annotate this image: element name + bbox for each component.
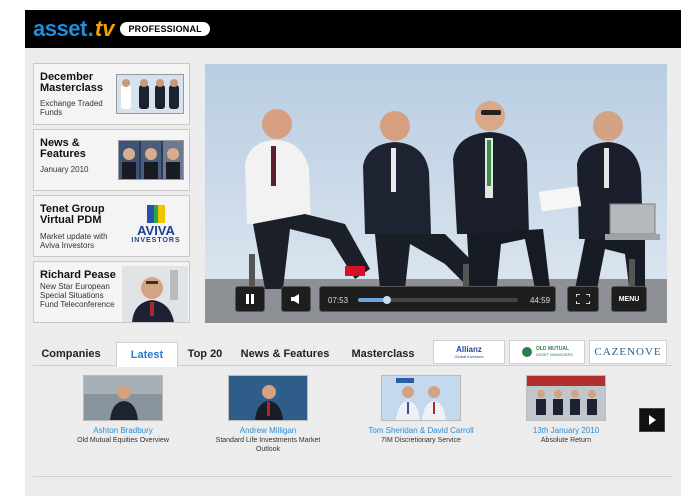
category-tabs: Companies Latest Top 20 News & Features … [33, 340, 673, 367]
progress-track[interactable] [358, 296, 518, 304]
old-mutual-sub: ASSET MANAGERS [535, 352, 574, 357]
video-thumbnail[interactable] [381, 375, 461, 421]
play-arrow-icon [649, 415, 656, 425]
tab-top-20[interactable]: Top 20 [181, 342, 229, 366]
timeline-bar[interactable]: 07:53 44:59 [319, 286, 556, 312]
next-videos-button[interactable] [639, 408, 665, 432]
promo-subtitle: Exchange Traded Funds [40, 99, 103, 117]
video-description: 7IM Discretionary Service [381, 437, 461, 444]
promo-thumbnail [118, 140, 184, 180]
video-item[interactable]: Tom Sheridan & David Carroll 7IM Discret… [356, 375, 486, 445]
pause-icon [246, 294, 254, 304]
promo-title: Richard Pease [40, 269, 116, 281]
tab-latest[interactable]: Latest [116, 342, 178, 367]
video-frame-image [205, 64, 667, 323]
promo-card-tenet[interactable]: Tenet Group Virtual PDM Market update wi… [33, 195, 190, 257]
old-mutual-emblem-icon [521, 347, 532, 357]
promo-title: December Masterclass [40, 71, 103, 94]
two-speakers-thumb-icon [382, 376, 460, 420]
cazenove-name: CAZENOVE [594, 346, 662, 358]
panel-thumb-icon [527, 376, 605, 420]
video-player[interactable]: 07:53 44:59 MENU [205, 64, 667, 323]
tab-news-features[interactable]: News & Features [237, 342, 333, 366]
speaker-icon [291, 294, 299, 304]
speaker-thumb-icon [84, 376, 162, 420]
promo-subtitle: Market update with Aviva Investors [40, 232, 108, 250]
promo-thumbnail [116, 74, 184, 114]
speaker-portrait-icon [122, 266, 188, 322]
progress-handle[interactable] [382, 296, 391, 304]
video-thumbnail[interactable] [83, 375, 163, 421]
fullscreen-icon [576, 294, 590, 304]
logo-tv-text: tv [94, 16, 115, 41]
promo-subtitle: January 2010 [40, 165, 89, 174]
asset-tv-logo[interactable]: asset . tv PROFESSIONAL [33, 16, 210, 42]
video-description: Standard Life Investments Market Outlook [215, 437, 321, 453]
cazenove-logo-tab[interactable]: CAZENOVE [589, 340, 667, 364]
logo-dot-text: . [87, 16, 94, 41]
promo-title: News & Features [40, 137, 86, 160]
aviva-sub-text: INVESTORS [131, 237, 181, 244]
pause-button[interactable] [235, 286, 265, 312]
promo-card-masterclass[interactable]: December Masterclass Exchange Traded Fun… [33, 63, 190, 125]
promo-title: Tenet Group Virtual PDM [40, 203, 105, 226]
main-content: December Masterclass Exchange Traded Fun… [25, 48, 681, 496]
panel-people-icon [117, 75, 183, 113]
promo-card-news[interactable]: News & Features January 2010 [33, 129, 190, 191]
video-thumbnail[interactable] [228, 375, 308, 421]
video-description: Absolute Return [540, 437, 592, 444]
player-controls: 07:53 44:59 MENU [205, 286, 667, 314]
fullscreen-button[interactable] [567, 286, 599, 312]
bottom-divider [33, 476, 673, 477]
aviva-flag-icon [147, 205, 165, 223]
aviva-text: AVIVA [137, 223, 175, 238]
video-presenter[interactable]: Tom Sheridan & David Carroll [356, 426, 486, 436]
headshots-icon [119, 141, 183, 179]
speaker-thumb-icon [229, 376, 307, 420]
mute-button[interactable] [281, 286, 311, 312]
allianz-logo-tab[interactable]: Allianz Global Investors [433, 340, 505, 364]
old-mutual-logo-tab[interactable]: OLD MUTUAL ASSET MANAGERS [509, 340, 585, 364]
tab-companies[interactable]: Companies [39, 342, 103, 366]
tab-masterclass[interactable]: Masterclass [345, 342, 421, 366]
video-item[interactable]: Ashton Bradbury Old Mutual Equities Over… [58, 375, 188, 445]
video-presenter[interactable]: 13th January 2010 [501, 426, 631, 436]
menu-button[interactable]: MENU [611, 286, 647, 312]
current-time: 07:53 [328, 296, 349, 305]
duration-time: 44:59 [530, 296, 551, 305]
video-presenter[interactable]: Andrew Milligan [203, 426, 333, 436]
site-header: asset . tv PROFESSIONAL [25, 10, 681, 48]
promo-thumbnail [122, 266, 188, 322]
professional-badge: PROFESSIONAL [120, 22, 210, 36]
aviva-logo: AVIVA INVESTORS [128, 204, 184, 250]
page: asset . tv PROFESSIONAL December Masterc… [0, 0, 681, 496]
video-presenter[interactable]: Ashton Bradbury [58, 426, 188, 436]
logo-asset-text: asset [33, 16, 87, 41]
video-item[interactable]: Andrew Milligan Standard Life Investment… [203, 375, 333, 454]
video-description: Old Mutual Equities Overview [77, 437, 169, 444]
menu-label: MENU [618, 295, 640, 303]
promo-subtitle: New Star European Special Situations Fun… [40, 282, 115, 309]
promo-card-richard-pease[interactable]: Richard Pease New Star European Special … [33, 261, 190, 323]
allianz-name: Allianz [456, 345, 482, 354]
video-item[interactable]: 13th January 2010 Absolute Return [501, 375, 631, 445]
allianz-sub: Global Investors [454, 354, 484, 359]
video-thumbnail[interactable] [526, 375, 606, 421]
